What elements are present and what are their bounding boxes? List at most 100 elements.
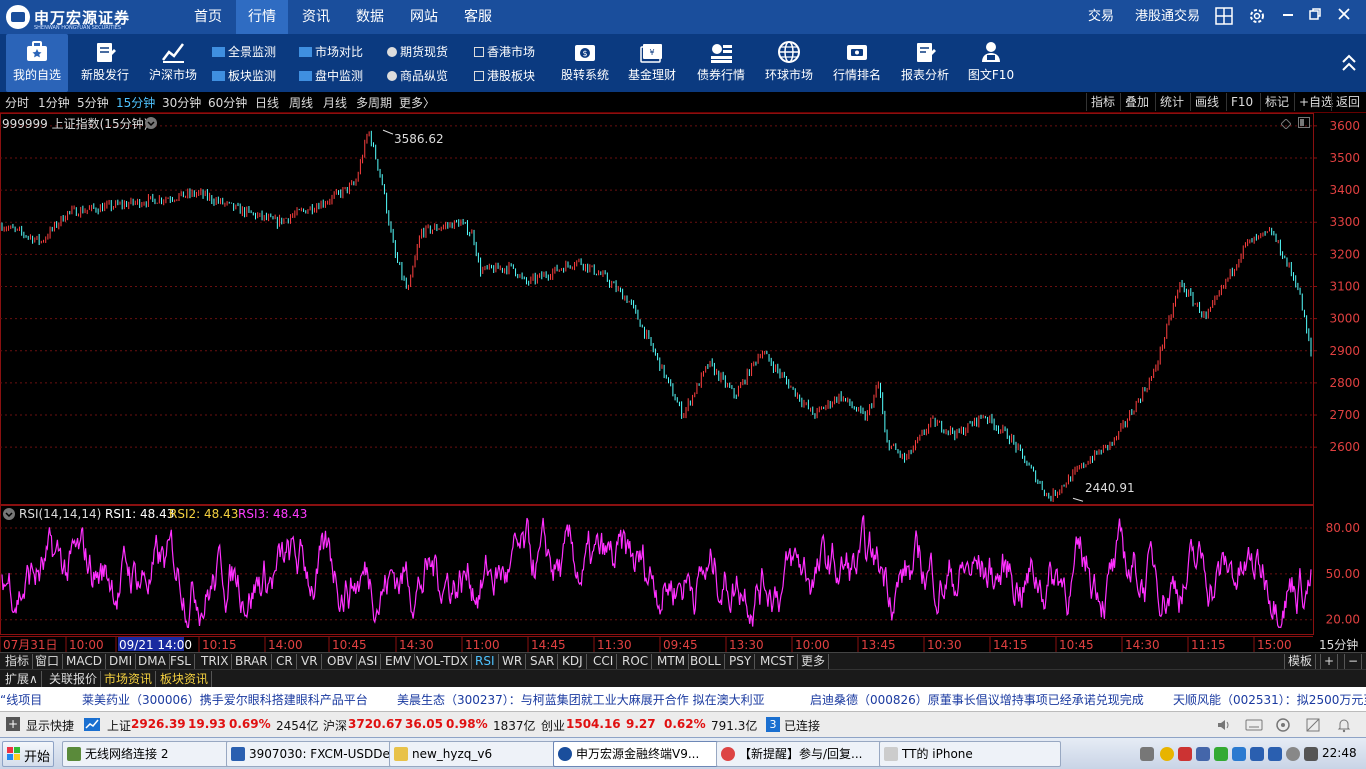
toolbar-sh-sz-market[interactable]: 沪深市场 <box>142 34 204 92</box>
panel-toggle-icon[interactable] <box>1298 117 1310 128</box>
ind-tab-trix[interactable]: TRIX <box>198 654 233 669</box>
period-daily[interactable]: 日线 <box>255 94 279 111</box>
chart-title-dropdown-icon[interactable] <box>145 117 157 129</box>
ind-tab-indicator[interactable]: 指标 <box>2 654 34 669</box>
ind-tab-kdj[interactable]: KDJ <box>559 654 587 669</box>
toolbar-global-market[interactable]: 环球市场 <box>758 34 820 92</box>
ticker-item[interactable]: 启迪桑德（000826）原董事长倡议增持事项已经承诺兑现完成 <box>810 691 1144 708</box>
toolbar-bond[interactable]: 债券行情 <box>690 34 752 92</box>
toolbar-ipo[interactable]: 新股发行 <box>74 34 136 92</box>
show-shortcut-icon[interactable]: + <box>6 717 20 731</box>
ind-tab-rsi[interactable]: RSI <box>472 654 499 669</box>
tool-indicator[interactable]: 指标 <box>1086 93 1119 111</box>
tray-app-icon[interactable] <box>1268 747 1282 761</box>
nav-website[interactable]: 网站 <box>398 0 450 34</box>
tray-app-icon[interactable] <box>1196 747 1210 761</box>
toolbar-intraday-monitor[interactable]: 盘中监测 <box>299 67 363 85</box>
ind-tab-dmi[interactable]: DMI <box>106 654 137 669</box>
nav-service[interactable]: 客服 <box>452 0 504 34</box>
ind-tab-sar[interactable]: SAR <box>527 654 559 669</box>
settings-gear-icon[interactable] <box>1247 7 1267 27</box>
ind-tab-psy[interactable]: PSY <box>726 654 756 669</box>
ind-tab-vr[interactable]: VR <box>298 654 322 669</box>
ticker-item[interactable]: 美晨生态（300237）：与柯蓝集团就工业大麻展开合作 拟在澳大利亚 <box>397 691 765 708</box>
ticker-item[interactable]: 莱美药业（300006）携手爱尔眼科搭建眼科产品平台 <box>82 691 368 708</box>
keyboard-icon[interactable] <box>1245 718 1263 732</box>
ext-tab-market-news[interactable]: 市场资讯 <box>101 671 157 687</box>
bell-icon[interactable] <box>1336 717 1352 733</box>
ind-tab-dma[interactable]: DMA <box>135 654 170 669</box>
template-button[interactable]: 模板 <box>1284 654 1317 669</box>
toolbar-sector-monitor[interactable]: 板块监测 <box>212 67 276 85</box>
taskbar-item-browser[interactable]: 【新提醒】参与/回复... <box>716 741 898 767</box>
ext-tab-sector-news[interactable]: 板块资讯 <box>157 671 213 687</box>
taskbar-item-folder[interactable]: new_hyzq_v6 <box>389 741 571 767</box>
period-monthly[interactable]: 月线 <box>323 94 347 111</box>
toolbar-fund[interactable]: ¥ 基金理财 <box>621 34 683 92</box>
toolbar-commodity-overview[interactable]: 商品纵览 <box>387 67 448 85</box>
tray-bluetooth-icon[interactable] <box>1250 747 1264 761</box>
toolbar-my-watchlist[interactable]: 我的自选 <box>6 34 68 92</box>
trade-link[interactable]: 交易 <box>1088 0 1114 34</box>
close-icon[interactable] <box>1334 7 1354 27</box>
connection-status[interactable]: 已连接 <box>784 717 820 734</box>
toolbar-report-analysis[interactable]: 报表分析 <box>894 34 956 92</box>
ind-tab-obv[interactable]: OBV <box>324 654 357 669</box>
nav-home[interactable]: 首页 <box>182 0 234 34</box>
ind-tab-asi[interactable]: ASI <box>355 654 382 669</box>
tray-volume-icon[interactable] <box>1304 747 1318 761</box>
nav-data[interactable]: 数据 <box>344 0 396 34</box>
period-timeshare[interactable]: 分时 <box>5 94 29 111</box>
collapse-toolbar-icon[interactable] <box>1340 52 1358 74</box>
tool-f10[interactable]: F10 <box>1226 93 1257 111</box>
start-button[interactable]: 开始 <box>2 741 54 767</box>
toolbar-f10[interactable]: 图文F10 <box>962 34 1020 92</box>
ind-tab-more[interactable]: 更多 <box>798 654 830 669</box>
tray-network-icon[interactable] <box>1214 747 1228 761</box>
remove-indicator-icon[interactable]: − <box>1344 654 1363 669</box>
tool-draw-line[interactable]: 画线 <box>1190 93 1223 111</box>
period-30min[interactable]: 30分钟 <box>162 94 201 111</box>
ind-tab-boll[interactable]: BOLL <box>687 654 725 669</box>
ind-tab-roc[interactable]: ROC <box>619 654 653 669</box>
rsi-chart-svg[interactable]: 80.00 50.00 20.00 <box>0 505 1366 635</box>
ind-tab-cr[interactable]: CR <box>273 654 297 669</box>
period-weekly[interactable]: 周线 <box>289 94 313 111</box>
ind-tab-mtm[interactable]: MTM <box>654 654 690 669</box>
ext-tab-related-quotes[interactable]: 关联报价 <box>46 671 102 687</box>
period-more[interactable]: 更多〉 <box>399 94 435 111</box>
period-multi[interactable]: 多周期 <box>356 94 392 111</box>
toolbar-hk-market[interactable]: 香港市场 <box>474 43 535 61</box>
sound-icon[interactable] <box>1216 718 1232 732</box>
tray-qq-icon[interactable] <box>1160 747 1174 761</box>
tool-overlay[interactable]: 叠加 <box>1120 93 1153 111</box>
toolbar-panorama-monitor[interactable]: 全景监测 <box>212 43 276 61</box>
toolbar-futures-spot[interactable]: 期货现货 <box>387 43 448 61</box>
ind-tab-cci[interactable]: CCI <box>590 654 618 669</box>
tool-back[interactable]: 返回 <box>1331 93 1364 111</box>
tray-app-icon[interactable] <box>1178 747 1192 761</box>
ind-tab-brar[interactable]: BRAR <box>232 654 272 669</box>
tools-icon[interactable] <box>1305 717 1321 733</box>
tool-statistics[interactable]: 统计 <box>1155 93 1188 111</box>
news-ticker[interactable]: “线项目 莱美药业（300006）携手爱尔眼科搭建眼科产品平台 美晨生态（300… <box>0 687 1366 711</box>
period-60min[interactable]: 60分钟 <box>208 94 247 111</box>
add-indicator-icon[interactable]: + <box>1320 654 1339 669</box>
restore-icon[interactable] <box>1305 7 1325 27</box>
ticker-item[interactable]: “线项目 <box>0 691 42 708</box>
rsi-chart-panel[interactable]: 80.00 50.00 20.00 RSI(14,14,14) RSI1: 48.4… <box>0 505 1366 635</box>
taskbar-item-wifi[interactable]: 无线网络连接 2 <box>62 741 244 767</box>
ind-tab-window[interactable]: 窗口 <box>32 654 64 669</box>
toolbar-hk-sectors[interactable]: 港股板块 <box>474 67 535 85</box>
rsi-dropdown-icon[interactable] <box>3 508 15 520</box>
toolbar-ranking[interactable]: 行情排名 <box>826 34 888 92</box>
period-1min[interactable]: 1分钟 <box>38 94 70 111</box>
toolbar-market-compare[interactable]: 市场对比 <box>299 43 363 61</box>
tool-mark[interactable]: 标记 <box>1260 93 1293 111</box>
tray-keyboard-icon[interactable] <box>1140 747 1154 761</box>
ticker-item[interactable]: 天顺风能（002531）：拟2500万元至 <box>1173 691 1366 708</box>
tray-app-icon[interactable] <box>1286 747 1300 761</box>
nav-quotes[interactable]: 行情 <box>236 0 288 34</box>
period-5min[interactable]: 5分钟 <box>77 94 109 111</box>
ind-tab-wr[interactable]: WR <box>499 654 527 669</box>
